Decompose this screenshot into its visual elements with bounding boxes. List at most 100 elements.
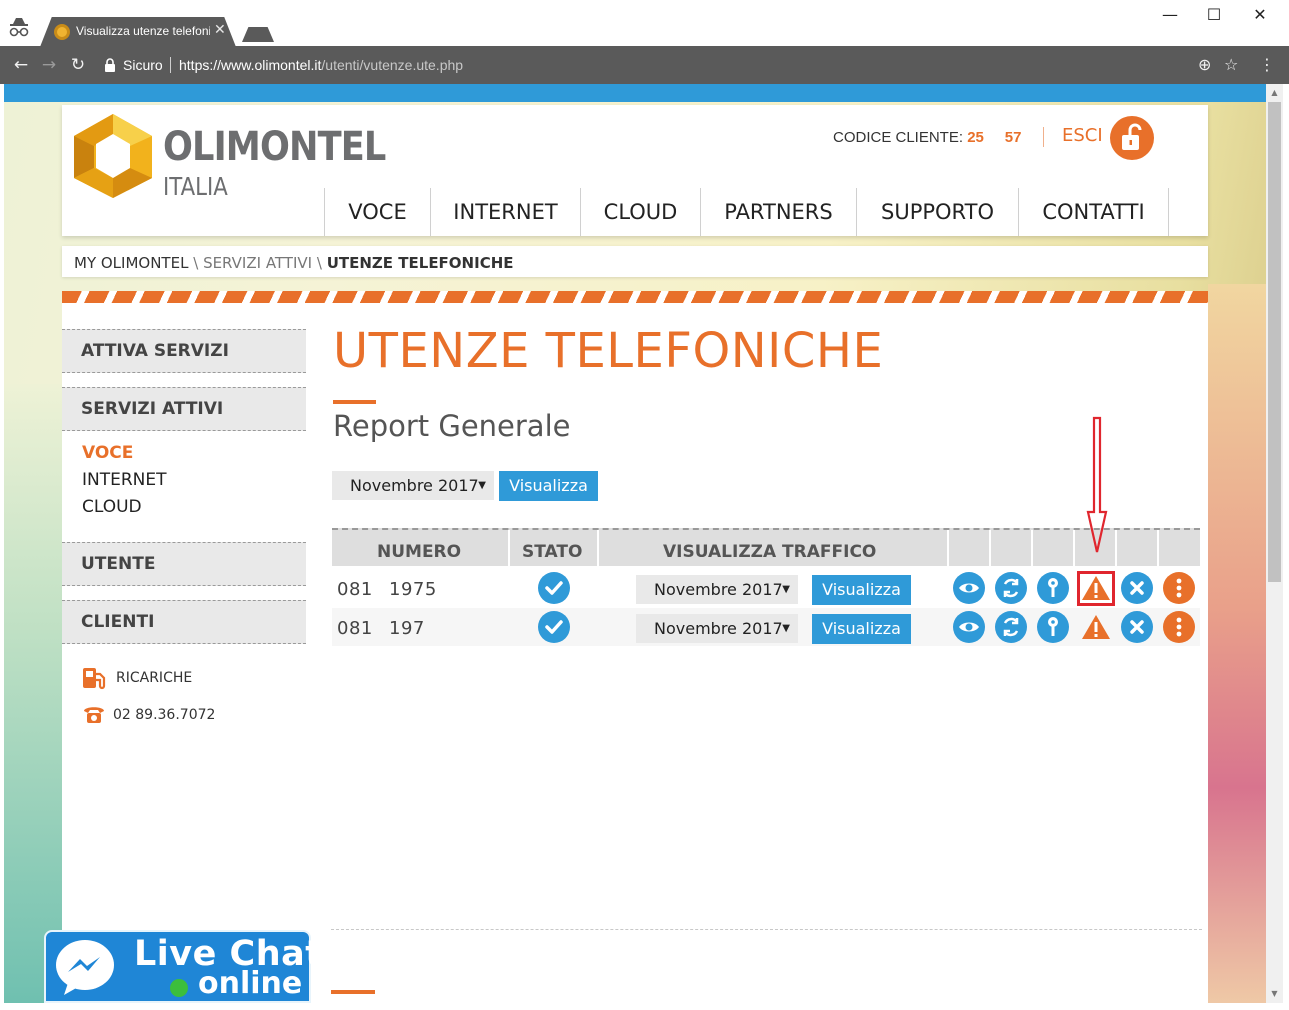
transfer-icon[interactable] <box>995 611 1027 643</box>
logout-button[interactable] <box>1110 116 1154 160</box>
column-divider <box>1031 530 1033 566</box>
report-visualizza-button[interactable]: Visualizza <box>499 471 598 501</box>
close-window-button[interactable]: ✕ <box>1240 4 1280 26</box>
client-code: CODICE CLIENTE: 25 57 <box>833 129 1021 146</box>
status-check-icon <box>538 572 570 604</box>
column-divider <box>597 530 599 566</box>
key-icon[interactable] <box>1037 572 1069 604</box>
row-number-prefix: 081 <box>337 579 373 600</box>
incognito-icon <box>9 18 29 37</box>
scroll-down-icon[interactable]: ▼ <box>1266 987 1283 1001</box>
row-number-suffix: 1975 <box>389 579 437 600</box>
reload-icon[interactable]: ↻ <box>67 55 89 75</box>
sidebar-attiva-servizi[interactable]: ATTIVA SERVIZI <box>62 329 306 373</box>
column-divider <box>1115 530 1117 566</box>
annotation-arrow-icon <box>1086 416 1108 553</box>
sidebar-item-internet[interactable]: INTERNET <box>82 470 167 490</box>
more-options-icon[interactable] <box>1163 611 1195 643</box>
breadcrumb-item-servizi-attivi[interactable]: SERVIZI ATTIVI <box>203 254 312 272</box>
breadcrumb-current: UTENZE TELEFONICHE <box>326 254 514 272</box>
section-subtitle: Report Generale <box>333 409 571 443</box>
view-eye-icon[interactable] <box>953 611 985 643</box>
lock-icon <box>105 58 115 72</box>
client-code-part1: 25 <box>967 129 984 146</box>
sidebar-servizi-attivi[interactable]: SERVIZI ATTIVI <box>62 387 306 431</box>
sidebar-item-cloud[interactable]: CLOUD <box>82 497 142 517</box>
column-divider <box>508 530 510 566</box>
scrollbar-thumb[interactable] <box>1268 102 1281 582</box>
nav-cloud[interactable]: CLOUD <box>580 188 700 236</box>
sidebar-phone[interactable]: 02 89.36.7072 <box>113 707 215 723</box>
online-status-dot <box>170 979 188 997</box>
nav-partners[interactable]: PARTNERS <box>700 188 856 236</box>
decorative-stripe <box>62 291 1208 303</box>
transfer-icon[interactable] <box>995 572 1027 604</box>
sidebar-item-voce[interactable]: VOCE <box>82 443 133 463</box>
warning-highlight-box <box>1077 571 1115 606</box>
header-stato: STATO <box>522 542 583 562</box>
header-numero: NUMERO <box>377 542 462 562</box>
section-accent <box>331 990 375 994</box>
breadcrumb-item-my-olimontel[interactable]: MY OLIMONTEL <box>74 254 188 272</box>
row-month-value: Novembre 2017 <box>654 580 783 599</box>
client-code-label: CODICE CLIENTE: <box>833 129 964 146</box>
url-text[interactable]: https://www.olimontel.it/utenti/vutenze.… <box>179 57 463 73</box>
tab-favicon <box>54 24 70 40</box>
row-month-select[interactable]: Novembre 2017 ▼ <box>636 614 798 643</box>
title-underline <box>333 400 376 404</box>
messenger-icon[interactable] <box>54 939 116 997</box>
row-visualizza-button[interactable]: Visualizza <box>812 614 911 644</box>
nav-internet[interactable]: INTERNET <box>430 188 580 236</box>
telephone-icon <box>84 707 104 723</box>
background-right <box>1208 284 1266 1003</box>
key-icon[interactable] <box>1037 611 1069 643</box>
header-separator <box>1043 127 1044 147</box>
top-band <box>4 84 1266 102</box>
menu-icon[interactable]: ⋮ <box>1259 55 1275 74</box>
zoom-icon[interactable]: ⊕ <box>1198 55 1211 74</box>
page-title: UTENZE TELEFONICHE <box>333 323 884 379</box>
forward-icon[interactable]: → <box>38 55 60 75</box>
chevron-down-icon: ▼ <box>478 480 486 491</box>
close-icon[interactable] <box>1121 572 1153 604</box>
report-month-value: Novembre 2017 <box>350 476 479 495</box>
bookmark-star-icon[interactable]: ☆ <box>1224 55 1238 74</box>
live-chat-status: online <box>198 966 303 1001</box>
more-options-icon[interactable] <box>1163 572 1195 604</box>
chevron-down-icon: ▼ <box>782 623 790 634</box>
logo-name: OLIMONTEL <box>163 124 386 170</box>
sidebar-utente[interactable]: UTENTE <box>62 542 306 586</box>
tab-title: Visualizza utenze telefoni <box>76 24 210 38</box>
row-month-select[interactable]: Novembre 2017 ▼ <box>636 575 798 604</box>
logout-link[interactable]: ESCI <box>1062 125 1103 146</box>
minimize-button[interactable]: — <box>1150 4 1190 26</box>
warning-icon[interactable] <box>1081 613 1111 641</box>
scroll-up-icon[interactable]: ▲ <box>1266 86 1283 100</box>
back-icon[interactable]: ← <box>10 55 32 75</box>
nav-supporto[interactable]: SUPPORTO <box>856 188 1018 236</box>
header-visualizza-traffico: VISUALIZZA TRAFFICO <box>663 542 877 562</box>
fuel-pump-icon <box>83 668 106 690</box>
tab-close-icon[interactable]: ✕ <box>214 22 226 38</box>
breadcrumb-text: MY OLIMONTEL \ SERVIZI ATTIVI \ UTENZE T… <box>74 254 514 272</box>
row-month-value: Novembre 2017 <box>654 619 783 638</box>
olimontel-logo-icon[interactable] <box>70 112 156 200</box>
breadcrumb-separator: \ <box>193 254 199 272</box>
column-divider <box>989 530 991 566</box>
breadcrumb-separator: \ <box>316 254 322 272</box>
view-eye-icon[interactable] <box>953 572 985 604</box>
nav-voce[interactable]: VOCE <box>324 188 430 236</box>
row-number-prefix: 081 <box>337 618 373 639</box>
sidebar-ricariche[interactable]: RICARICHE <box>116 670 192 686</box>
content-divider <box>331 929 1202 930</box>
row-number-suffix: 197 <box>389 618 425 639</box>
row-visualizza-button[interactable]: Visualizza <box>812 575 911 605</box>
column-divider <box>1073 530 1075 566</box>
secure-label: Sicuro <box>123 57 163 73</box>
logo-subtitle: ITALIA <box>163 172 228 201</box>
maximize-button[interactable]: ☐ <box>1194 4 1234 26</box>
close-icon[interactable] <box>1121 611 1153 643</box>
nav-contatti[interactable]: CONTATTI <box>1018 188 1169 236</box>
sidebar-clienti[interactable]: CLIENTI <box>62 600 306 644</box>
report-month-select[interactable]: Novembre 2017 ▼ <box>332 471 494 500</box>
